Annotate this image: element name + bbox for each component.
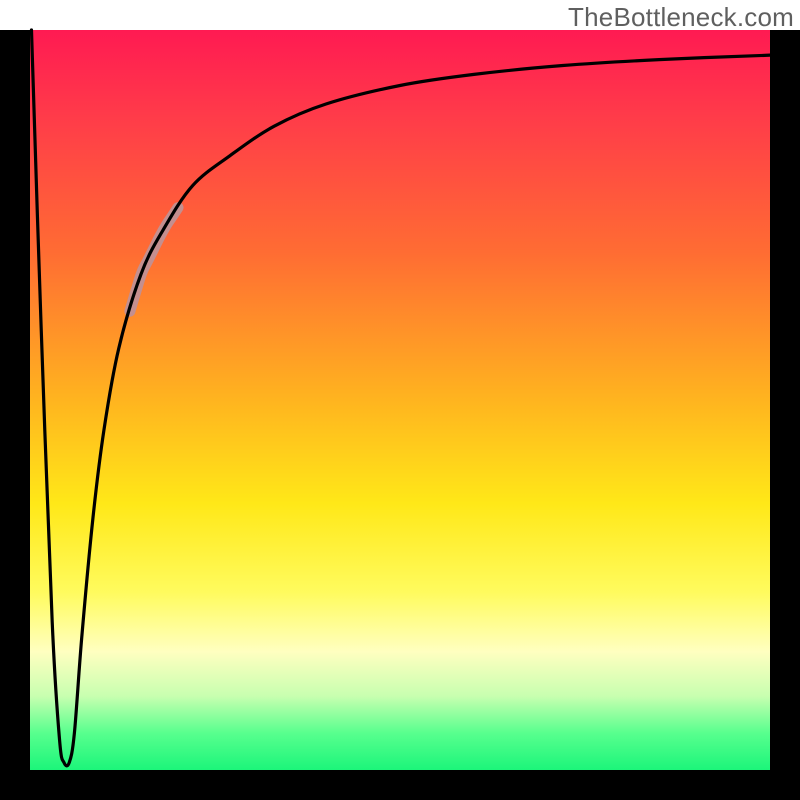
curve-svg xyxy=(30,30,770,770)
chart-frame xyxy=(0,30,800,800)
curve-highlight xyxy=(130,208,178,312)
curve-main xyxy=(31,30,770,766)
plot-area xyxy=(30,30,770,770)
watermark-text: TheBottleneck.com xyxy=(568,2,794,33)
chart-wrapper: TheBottleneck.com xyxy=(0,0,800,800)
